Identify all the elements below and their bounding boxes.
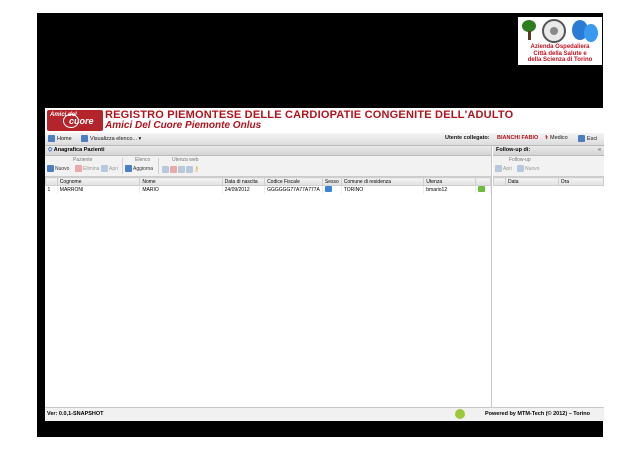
column-header[interactable]: Ora	[557, 177, 605, 186]
new-patient-button[interactable]: Nuovo	[47, 165, 69, 172]
exit-icon	[578, 135, 585, 142]
web-user-actions: ⚷	[162, 165, 199, 173]
cell-nome: MARIO	[139, 185, 223, 194]
balloon-icon	[584, 24, 598, 42]
column-header[interactable]: Codice Fiscale	[264, 177, 323, 186]
tree-icon	[522, 20, 536, 40]
open-label: Apri	[109, 165, 118, 172]
hospital-logo: Azienda Ospedaliera Città della Salute e…	[518, 17, 602, 65]
column-header[interactable]: Sesso	[321, 177, 342, 186]
refresh-list-button[interactable]: Aggiorna	[125, 165, 153, 172]
open-icon	[101, 165, 108, 172]
cell-cognome: MARRONI	[57, 185, 141, 194]
web-user-delete-icon[interactable]	[170, 165, 177, 173]
cell-codice-fiscale: GGGGGG77A77A777A	[264, 185, 323, 194]
row-number-header	[493, 177, 506, 186]
new-followup-button[interactable]: Nuovo	[517, 165, 539, 172]
ribbon-separator	[158, 158, 159, 174]
doctor-icon: ⚕	[545, 135, 548, 141]
column-header[interactable]: Comune di residenza	[340, 177, 425, 186]
role-label: Medico	[549, 135, 568, 141]
version-label: Ver: 0.0,1-SNAPSHOT	[47, 411, 104, 417]
hospital-name: Azienda Ospedaliera Città della Salute e…	[527, 44, 593, 63]
patients-panel: ⛭ Anagrafica Pazienti Paziente Elenco Ut…	[45, 146, 492, 407]
cell-comune: TORINO	[341, 185, 425, 194]
cell-nascita: 24/09/2012	[222, 185, 266, 194]
group-label-utenza: Utenza web	[172, 157, 199, 163]
home-label: Home	[57, 135, 72, 142]
main-toolbar: Home Visualizza elenco... ▾ Utente colle…	[45, 133, 604, 146]
role-indicator: ⚕ Medico	[545, 135, 568, 141]
list-icon	[81, 135, 88, 142]
male-icon	[324, 186, 332, 192]
column-header[interactable]: Nome	[139, 177, 223, 186]
amici-del-cuore-logo: Amici del cuore	[47, 110, 103, 131]
status-bar: Ver: 0.0,1-SNAPSHOT Powered by MTM-Tech …	[45, 407, 604, 421]
logo-main-text: cuore	[69, 116, 94, 126]
delete-label: Elimina	[83, 165, 100, 172]
open-followup-button[interactable]: Apri	[495, 165, 512, 172]
action-column-header	[475, 177, 491, 186]
cell-action	[475, 185, 491, 194]
refresh-label: Aggiorna	[133, 165, 154, 172]
row-number-header	[45, 177, 58, 186]
home-button[interactable]: Home	[48, 135, 72, 142]
add-icon	[517, 165, 524, 172]
followup-table: Data Ora	[493, 177, 605, 186]
patients-panel-header: ⛭ Anagrafica Pazienti	[45, 146, 491, 156]
followup-panel-header: Follow-up di: «	[493, 146, 604, 156]
web-user-edit-icon[interactable]	[178, 165, 185, 173]
column-header[interactable]: Data	[505, 177, 559, 186]
new-label: Nuovo	[55, 165, 70, 172]
key-icon[interactable]: ⚷	[194, 165, 199, 173]
column-header[interactable]: Data di nascita	[221, 177, 266, 186]
cell-utenza: bmario12	[423, 185, 477, 194]
delete-patient-button[interactable]: Elimina	[75, 165, 99, 172]
seal-icon	[542, 19, 566, 43]
vendor-logo-icon	[455, 409, 465, 419]
group-label-followup: Follow-up	[509, 157, 531, 163]
exit-button[interactable]: Esci	[578, 135, 597, 142]
open-patient-button[interactable]: Apri	[101, 165, 118, 172]
cell-sesso	[322, 185, 342, 194]
patients-ribbon: Paziente Elenco Utenza web Nuovo Elimina…	[45, 156, 491, 177]
logged-user-label: Utente collegato:	[445, 135, 490, 141]
home-icon	[48, 135, 55, 142]
web-user-mail-icon[interactable]	[186, 165, 193, 173]
app-banner: Amici del cuore REGISTRO PIEMONTESE DELL…	[45, 108, 604, 132]
table-row[interactable]: 1 MARRONI MARIO 24/09/2012 GGGGGG77A77A7…	[45, 185, 491, 194]
refresh-icon	[125, 165, 132, 172]
followup-panel-title: Follow-up di:	[496, 147, 531, 153]
patients-table: Cognome Nome Data di nascita Codice Fisc…	[45, 177, 491, 194]
patients-table-header: Cognome Nome Data di nascita Codice Fisc…	[45, 177, 491, 186]
application-window: Amici del cuore REGISTRO PIEMONTESE DELL…	[45, 108, 605, 421]
app-subtitle: Amici Del Cuore Piemonte Onlus	[105, 120, 262, 131]
powered-by-label: Powered by MTM-Tech (© 2012) – Torino	[485, 411, 591, 417]
open-record-icon[interactable]	[478, 186, 486, 192]
collapse-icon[interactable]: «	[598, 146, 601, 155]
patients-icon: ⛭	[48, 147, 53, 153]
new-label: Nuovo	[525, 165, 540, 172]
patients-panel-title: Anagrafica Pazienti	[53, 147, 105, 153]
add-icon	[47, 165, 54, 172]
view-list-label: Visualizza elenco... ▾	[90, 135, 142, 142]
exit-label: Esci	[587, 135, 598, 142]
delete-icon	[75, 165, 82, 172]
followup-panel: Follow-up di: « Follow-up Apri Nuovo Dat…	[493, 146, 605, 407]
followup-table-header: Data Ora	[493, 177, 605, 186]
open-icon	[495, 165, 502, 172]
open-label: Apri	[503, 165, 512, 172]
view-list-menu[interactable]: Visualizza elenco... ▾	[81, 135, 141, 142]
group-label-paziente: Paziente	[73, 157, 93, 163]
logged-user-name: BIANCHI FABIO	[497, 135, 539, 141]
ribbon-separator	[122, 158, 123, 174]
web-user-add-icon[interactable]	[162, 165, 169, 173]
group-label-elenco: Elenco	[135, 157, 151, 163]
row-number: 1	[45, 185, 58, 194]
followup-ribbon: Follow-up Apri Nuovo	[493, 156, 604, 177]
column-header[interactable]: Utenza	[423, 177, 477, 186]
column-header[interactable]: Cognome	[56, 177, 141, 186]
